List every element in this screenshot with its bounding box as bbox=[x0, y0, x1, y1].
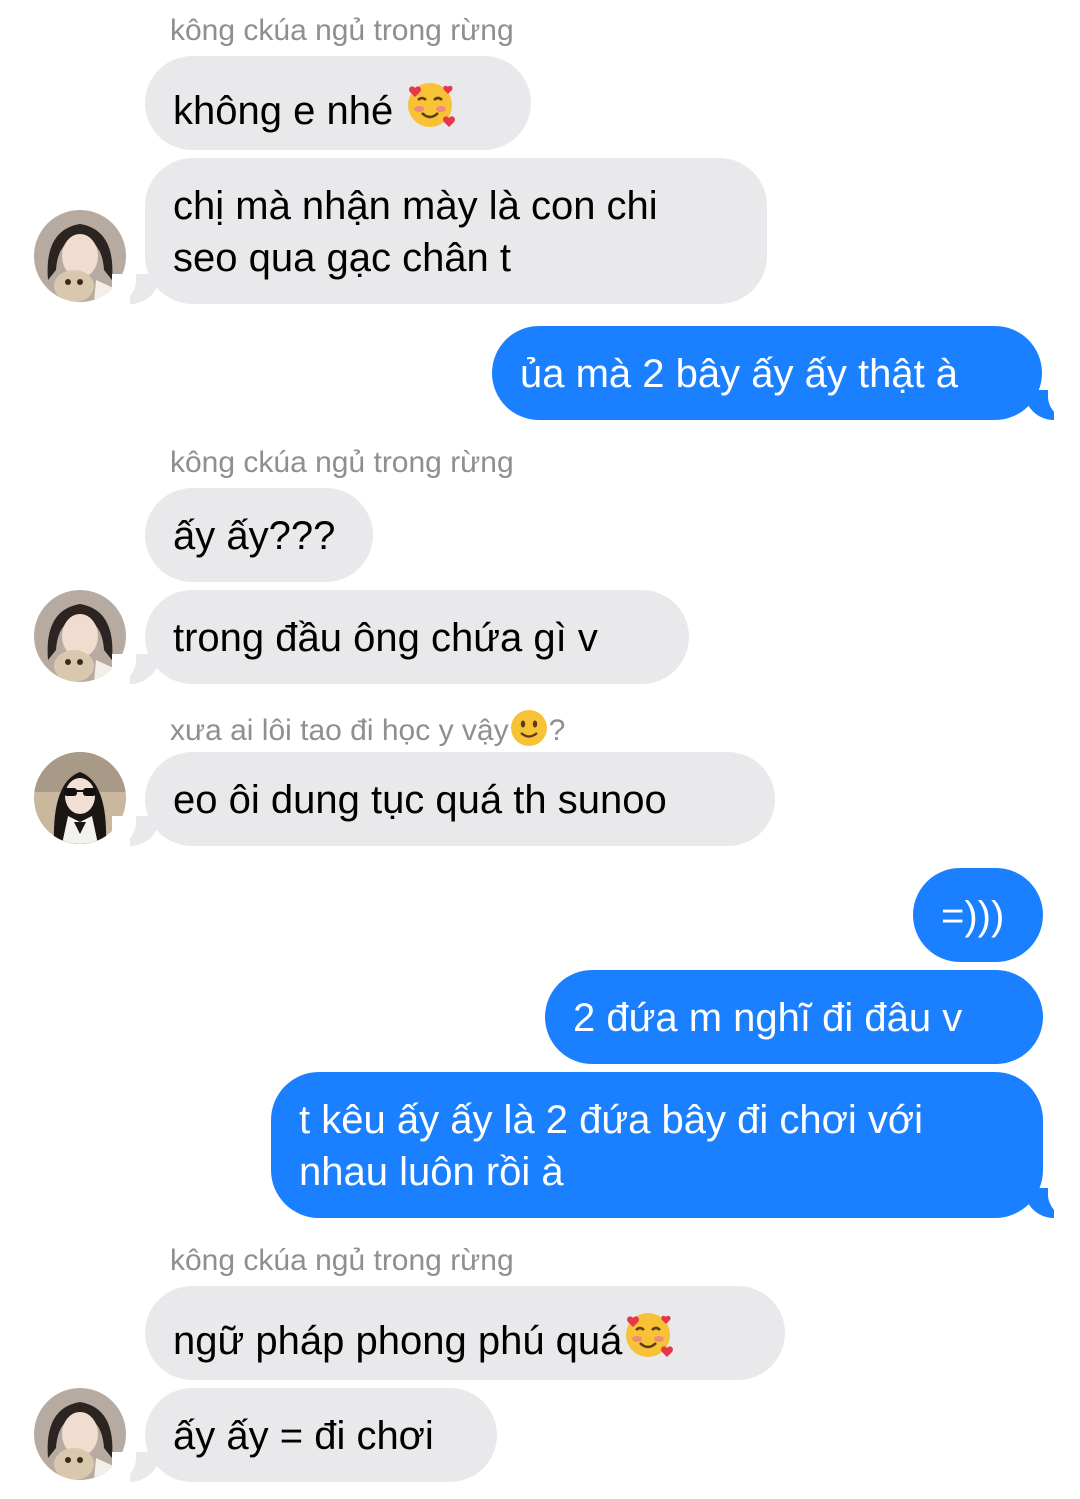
message-text: ấy ấy = đi chơi bbox=[173, 1414, 434, 1458]
sender-name: kông ckúa ngủ trong rừng bbox=[170, 1244, 514, 1277]
smiling-face-with-hearts-icon bbox=[404, 78, 456, 143]
outgoing-message-bubble[interactable]: 2 đứa m nghĩ đi đâu v bbox=[545, 970, 1043, 1064]
outgoing-message-bubble[interactable]: =))) bbox=[913, 868, 1043, 962]
outgoing-message-bubble[interactable]: t kêu ấy ấy là 2 đứa bây đi chơi với nha… bbox=[271, 1072, 1043, 1218]
sender-name-suffix: ? bbox=[548, 714, 566, 747]
sender-name-text: xưa ai lôi tao đi học y vậy bbox=[170, 714, 509, 747]
bubble-tail bbox=[1024, 1188, 1072, 1218]
message-text-line: t kêu ấy ấy là 2 đứa bây đi chơi với bbox=[299, 1098, 923, 1142]
message-text: trong đầu ông chứa gì v bbox=[173, 616, 598, 660]
incoming-message-bubble[interactable]: không e nhé bbox=[145, 56, 531, 150]
message-text-line: nhau luôn rồi à bbox=[299, 1150, 564, 1194]
sender-name: kông ckúa ngủ trong rừng bbox=[170, 446, 514, 479]
message-text: ngữ pháp phong phú quá bbox=[173, 1319, 623, 1363]
message-text: không e nhé bbox=[173, 89, 394, 133]
bubble-tail bbox=[112, 274, 160, 304]
smiling-face-with-hearts-icon bbox=[622, 1308, 674, 1373]
incoming-message-bubble[interactable]: eo ôi dung tục quá th sunoo bbox=[145, 752, 775, 846]
incoming-message-bubble[interactable]: trong đầu ông chứa gì v bbox=[145, 590, 689, 684]
message-text: ủa mà 2 bây ấy ấy thật à bbox=[520, 352, 959, 396]
message-text: 2 đứa m nghĩ đi đâu v bbox=[573, 996, 963, 1040]
message-text-line: chị mà nhận mày là con chi bbox=[173, 184, 658, 228]
bubble-tail bbox=[112, 816, 160, 846]
sender-name: xưa ai lôi tao đi học y vậy? bbox=[170, 708, 565, 756]
outgoing-message-bubble[interactable]: ủa mà 2 bây ấy ấy thật à bbox=[492, 326, 1042, 420]
incoming-message-bubble[interactable]: ấy ấy??? bbox=[145, 488, 373, 582]
bubble-tail bbox=[112, 1452, 160, 1482]
bubble-tail bbox=[112, 654, 160, 684]
incoming-message-bubble[interactable]: ấy ấy = đi chơi bbox=[145, 1388, 497, 1482]
message-text-line: seo qua gạc chân t bbox=[173, 236, 512, 280]
incoming-message-bubble[interactable]: ngữ pháp phong phú quá bbox=[145, 1286, 785, 1380]
bubble-tail bbox=[1024, 390, 1072, 420]
message-text: =))) bbox=[941, 894, 1005, 938]
slightly-smiling-face-icon bbox=[509, 708, 549, 756]
sender-name: kông ckúa ngủ trong rừng bbox=[170, 14, 514, 47]
message-text: eo ôi dung tục quá th sunoo bbox=[173, 778, 667, 822]
message-text: ấy ấy??? bbox=[173, 514, 336, 558]
incoming-message-bubble[interactable]: chị mà nhận mày là con chi seo qua gạc c… bbox=[145, 158, 767, 304]
